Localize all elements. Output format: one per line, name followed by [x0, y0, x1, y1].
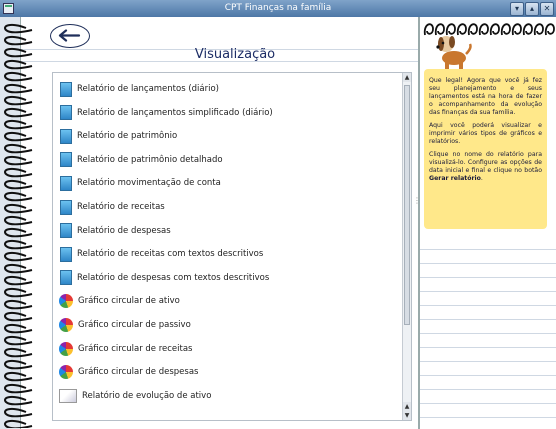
- report-item-label: Gráfico circular de ativo: [78, 296, 180, 307]
- report-item[interactable]: Relatório de patrimônio: [59, 126, 177, 146]
- document-icon: [60, 128, 72, 144]
- scroll-up-arrow-bottom[interactable]: ▲: [403, 402, 411, 411]
- report-item[interactable]: Relatório de receitas com textos descrit…: [59, 244, 263, 264]
- document-icon: [60, 175, 72, 191]
- report-item-label: Gráfico circular de receitas: [78, 343, 193, 354]
- report-item[interactable]: Relatório de despesas com textos descrit…: [59, 268, 269, 288]
- arrow-left-icon: [58, 29, 81, 42]
- report-item-label: Relatório de patrimônio detalhado: [77, 154, 223, 165]
- line-chart-icon: [59, 388, 77, 403]
- scroll-up-arrow[interactable]: ▲: [403, 73, 411, 82]
- document-icon: [60, 270, 72, 286]
- pie-chart-icon: [59, 294, 73, 309]
- window-title: CPT Finanças na família: [224, 3, 332, 13]
- document-icon: [60, 81, 72, 97]
- tip-note: Que legal! Agora que você já fez seu pla…: [424, 69, 547, 229]
- report-item[interactable]: Gráfico circular de despesas: [59, 362, 198, 382]
- page-title: Visualização: [194, 47, 276, 62]
- maximize-button[interactable]: ▴: [525, 2, 539, 16]
- report-item[interactable]: Relatório de patrimônio detalhado: [59, 150, 223, 170]
- report-item[interactable]: Gráfico circular de passivo: [59, 315, 191, 335]
- back-button[interactable]: [50, 24, 90, 48]
- report-item-label: Gráfico circular de despesas: [78, 367, 199, 378]
- scroll-down-arrow[interactable]: ▼: [403, 411, 411, 420]
- minimize-button[interactable]: ▾: [510, 2, 524, 16]
- report-item[interactable]: Relatório de lançamentos (diário): [59, 79, 219, 99]
- app-icon: [3, 3, 14, 14]
- report-item-label: Relatório movimentação de conta: [77, 178, 221, 189]
- title-bar: CPT Finanças na família ▾ ▴ ✕: [0, 0, 556, 17]
- report-item-label: Relatório de receitas: [77, 202, 165, 212]
- report-item-label: Relatório de lançamentos simplificado (d…: [77, 107, 273, 118]
- report-item[interactable]: Relatório de receitas: [59, 197, 165, 217]
- report-item[interactable]: Relatório de lançamentos simplificado (d…: [59, 103, 273, 123]
- report-list: Relatório de lançamentos (diário) Relatór…: [52, 72, 412, 421]
- report-item-label: Relatório de evolução de ativo: [82, 390, 212, 401]
- splitter-handle[interactable]: ⋮: [413, 196, 421, 210]
- report-item[interactable]: Relatório de despesas: [59, 221, 171, 241]
- document-icon: [60, 105, 72, 121]
- tip-paragraph-3: Clique no nome do relatório para visuali…: [429, 151, 542, 182]
- report-item-label: Relatório de despesas: [77, 225, 171, 236]
- report-item[interactable]: Relatório de evolução de ativo: [59, 386, 211, 406]
- document-icon: [60, 199, 72, 215]
- scrollbar-thumb[interactable]: [404, 85, 410, 325]
- report-item-label: Gráfico circular de passivo: [78, 320, 191, 330]
- pie-chart-icon: [59, 318, 73, 332]
- tip-paragraph-1: Que legal! Agora que você já fez seu pla…: [429, 77, 542, 116]
- document-icon: [60, 152, 72, 168]
- gerar-relatorio-hint: Gerar relatório: [429, 175, 481, 182]
- vertical-scrollbar[interactable]: ▲ ▲ ▼: [402, 73, 411, 420]
- report-item[interactable]: Gráfico circular de ativo: [59, 291, 180, 311]
- dog-mascot-icon: [436, 36, 472, 69]
- report-item-label: Relatório de receitas com textos descrit…: [77, 249, 264, 260]
- document-icon: [60, 246, 72, 262]
- close-button[interactable]: ✕: [540, 2, 554, 16]
- spiral-binding-left: [4, 23, 33, 428]
- report-item-label: Relatório de lançamentos (diário): [77, 84, 219, 94]
- pie-chart-icon: [59, 341, 73, 356]
- report-item[interactable]: Relatório movimentação de conta: [59, 173, 221, 193]
- tip-paragraph-2: Aqui você poderá visualizar e imprimir v…: [429, 122, 542, 145]
- document-icon: [60, 223, 72, 239]
- report-item-label: Relatório de despesas com textos descrit…: [77, 272, 270, 283]
- report-item[interactable]: Gráfico circular de receitas: [59, 339, 193, 359]
- pie-chart-icon: [59, 365, 73, 380]
- report-item-label: Relatório de patrimônio: [77, 131, 178, 142]
